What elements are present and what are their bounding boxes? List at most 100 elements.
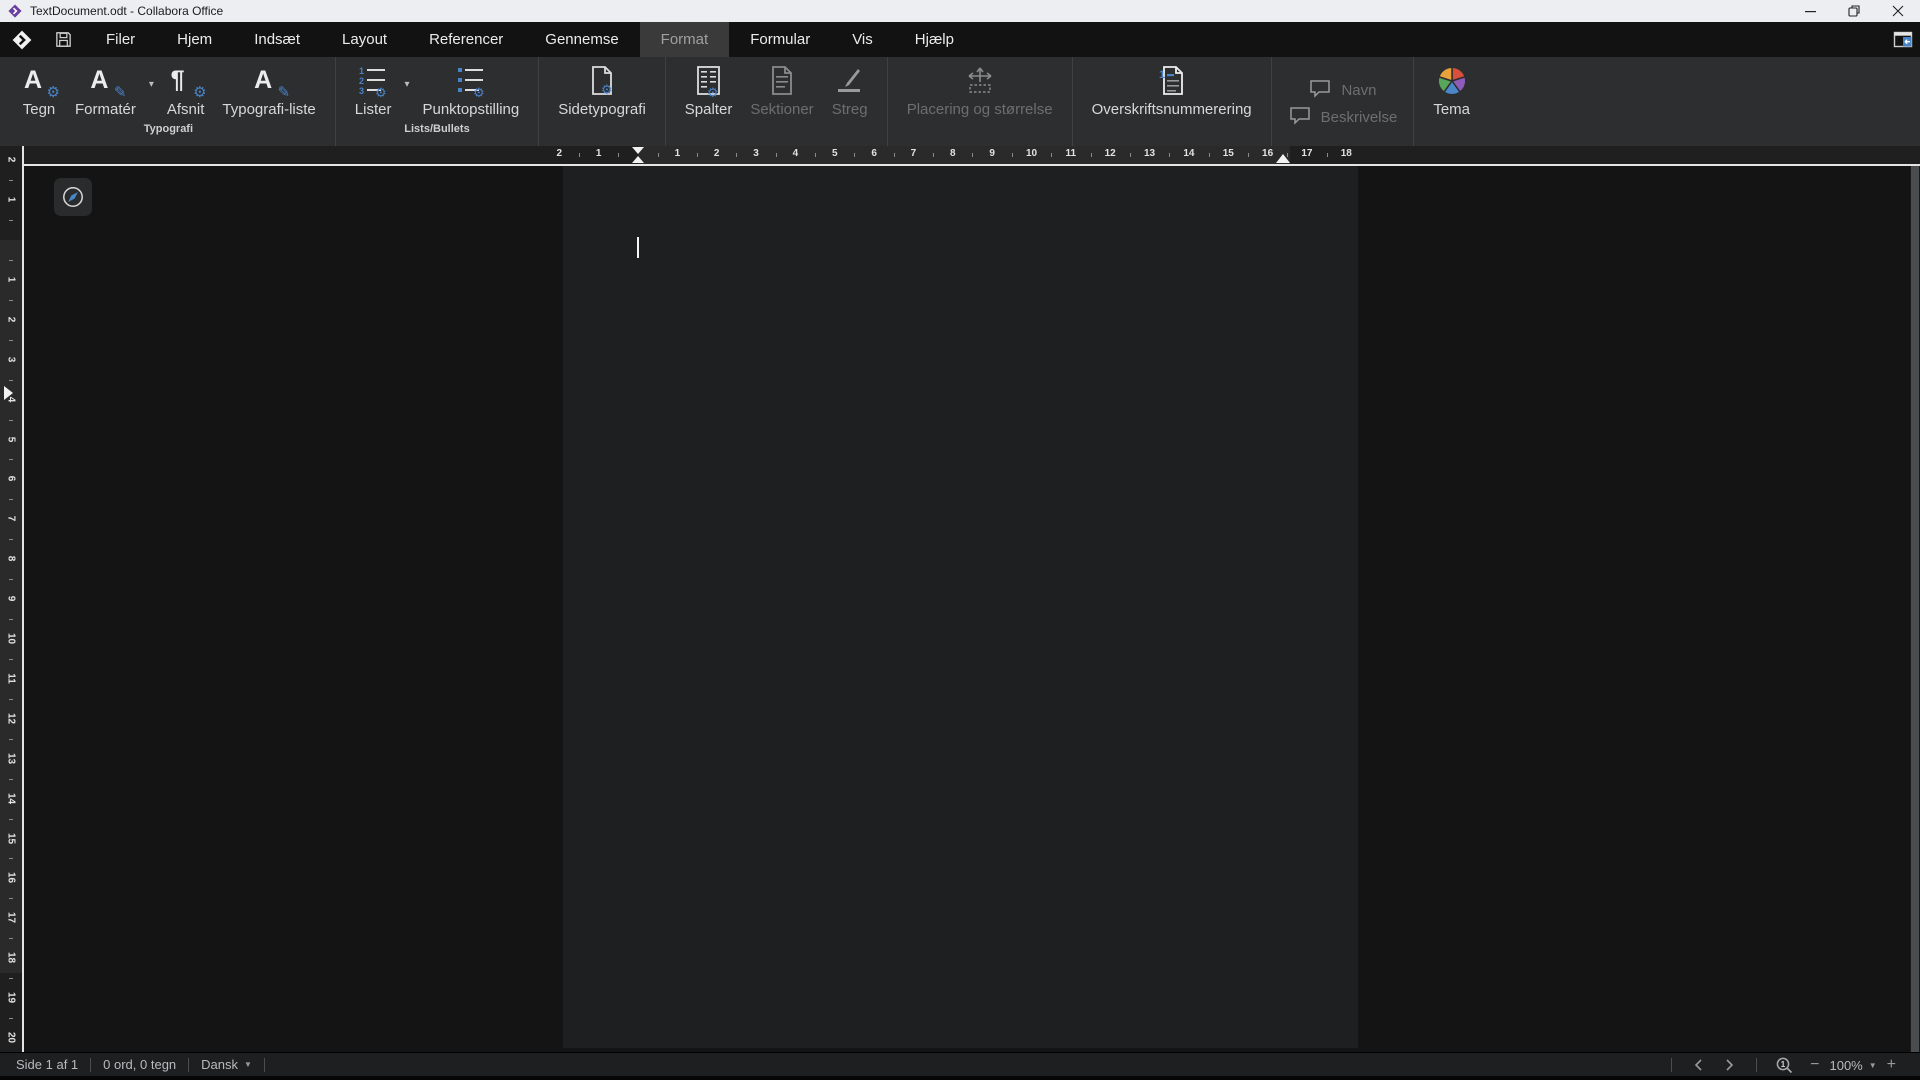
- page-style-button[interactable]: ⚙ Sidetypografi: [549, 61, 655, 120]
- menu-item-formular[interactable]: Formular: [729, 22, 831, 57]
- ruler-tick: [9, 898, 13, 899]
- ruler-tick: [9, 300, 13, 301]
- line-pencil-icon: [832, 63, 868, 99]
- svg-text:2: 2: [359, 76, 364, 86]
- menu-item-format[interactable]: Format: [640, 22, 730, 57]
- ruler-tick: [9, 619, 13, 620]
- character-button[interactable]: A⚙ Tegn: [12, 61, 66, 120]
- format-dropdown-arrow-icon[interactable]: ▾: [145, 79, 158, 90]
- text-cursor: [637, 237, 639, 258]
- section-page-icon: [764, 63, 800, 99]
- bullets-button[interactable]: ⚙ Punktopstilling: [413, 61, 528, 120]
- line-button[interactable]: Streg: [823, 61, 877, 120]
- separator: [264, 1058, 265, 1072]
- ruler-tick: [933, 153, 934, 157]
- description-button[interactable]: Beskrivelse: [1282, 103, 1404, 130]
- language-selector[interactable]: Dansk ▼: [201, 1057, 252, 1072]
- vertical-scrollbar[interactable]: [1910, 166, 1920, 1052]
- chapter-numbering-button[interactable]: 1 Overskriftsnummerering: [1083, 61, 1261, 120]
- zoom-level[interactable]: 100% ▼: [1829, 1058, 1876, 1073]
- bullet-list-gear-icon: ⚙: [453, 63, 489, 99]
- menu-item-indsaet[interactable]: Indsæt: [233, 22, 321, 57]
- document-page[interactable]: [563, 166, 1358, 1048]
- ruler-tick: [9, 420, 13, 421]
- ruler-number: 6: [866, 148, 882, 159]
- ruler-number: 10: [6, 631, 17, 647]
- restore-button[interactable]: [1832, 0, 1876, 22]
- toolbar-group-name-description: Navn Beskrivelse: [1271, 57, 1414, 146]
- zoom-in-button[interactable]: +: [1877, 1056, 1906, 1074]
- scrollbar-thumb[interactable]: [1911, 166, 1919, 1052]
- ruler-tick: [9, 739, 13, 740]
- next-page-button[interactable]: [1714, 1058, 1744, 1072]
- style-list-button[interactable]: A✎ Typografi-liste: [213, 61, 324, 120]
- menu-item-gennemse[interactable]: Gennemse: [524, 22, 639, 57]
- theme-button[interactable]: Tema: [1424, 61, 1479, 120]
- toolbar-group-typografi: A⚙ Tegn A✎ Formatér ▾ ¶⚙ Afsnit A✎: [2, 57, 335, 146]
- svg-text:⚙: ⚙: [707, 85, 719, 99]
- paragraph-button[interactable]: ¶⚙ Afsnit: [158, 61, 214, 120]
- ruler-number: 19: [6, 990, 17, 1006]
- zoom-mode-button[interactable]: 1: [1769, 1056, 1800, 1075]
- page-number-one-icon: 1: [1154, 63, 1190, 99]
- close-button[interactable]: [1876, 0, 1920, 22]
- page-count[interactable]: Side 1 af 1: [16, 1057, 78, 1072]
- ruler-number: 3: [6, 351, 17, 367]
- document-view[interactable]: [24, 166, 1910, 1052]
- word-count[interactable]: 0 ord, 0 tegn: [103, 1057, 176, 1072]
- ruler-number: 14: [6, 790, 17, 806]
- toolbar-group-theme: Tema: [1413, 57, 1489, 146]
- save-icon: [54, 30, 73, 49]
- columns-button[interactable]: ⚙ Spalter: [676, 61, 742, 120]
- ruler-tick: [9, 978, 13, 979]
- chevron-left-icon: [1692, 1058, 1706, 1072]
- vertical-ruler[interactable]: 211234567891011121314151617181920: [0, 146, 22, 1052]
- menu-item-filer[interactable]: Filer: [85, 22, 156, 57]
- minimize-button[interactable]: [1788, 0, 1832, 22]
- status-bar: Side 1 af 1 0 ord, 0 tegn Dansk ▼ 1 − 10…: [0, 1052, 1920, 1076]
- sidebar-toggle-button[interactable]: [1890, 27, 1916, 53]
- previous-page-button[interactable]: [1684, 1058, 1714, 1072]
- svg-text:1: 1: [359, 66, 364, 76]
- lists-dropdown-arrow-icon[interactable]: ▾: [400, 79, 413, 90]
- toolbar-group-columns: ⚙ Spalter Sektioner: [665, 57, 887, 146]
- ruler-tick: [1091, 153, 1092, 157]
- move-arrows-icon: [962, 63, 998, 99]
- ruler-number: 2: [6, 311, 17, 327]
- ruler-tick: [854, 153, 855, 157]
- name-button[interactable]: Navn: [1302, 76, 1382, 103]
- format-ribbon-toolbar: A⚙ Tegn A✎ Formatér ▾ ¶⚙ Afsnit A✎: [0, 57, 1920, 146]
- save-button[interactable]: [42, 22, 85, 57]
- ruler-tick: [658, 153, 659, 157]
- speech-bubble-icon: [1288, 105, 1312, 127]
- ruler-tick: [9, 539, 13, 540]
- ruler-number: 20: [6, 1030, 17, 1046]
- menu-item-vis[interactable]: Vis: [831, 22, 894, 57]
- menu-item-hjem[interactable]: Hjem: [156, 22, 233, 57]
- ruler-tick: [9, 779, 13, 780]
- first-line-indent-marker[interactable]: [632, 147, 644, 154]
- ruler-tick: [776, 153, 777, 157]
- format-character-button[interactable]: A✎ Formatér: [66, 61, 145, 120]
- lists-button[interactable]: 1 2 3 ⚙ Lister: [346, 61, 401, 120]
- ruler-number: 18: [6, 950, 17, 966]
- ruler-number: 17: [6, 910, 17, 926]
- page-gear-icon: ⚙: [584, 63, 620, 99]
- navigator-button[interactable]: [54, 178, 92, 216]
- collabora-logo-icon[interactable]: [0, 22, 42, 57]
- menu-item-hjaelp[interactable]: Hjælp: [894, 22, 975, 57]
- menu-item-referencer[interactable]: Referencer: [408, 22, 524, 57]
- zoom-out-button[interactable]: −: [1800, 1056, 1829, 1074]
- sections-button[interactable]: Sektioner: [741, 61, 822, 120]
- hanging-indent-marker[interactable]: [632, 156, 644, 163]
- magnifier-one-icon: 1: [1775, 1056, 1794, 1075]
- ruler-number: 5: [6, 431, 17, 447]
- ruler-number: 16: [1260, 148, 1276, 159]
- ruler-tick: [1248, 153, 1249, 157]
- horizontal-ruler[interactable]: 21123456789101112131415161718: [24, 146, 1920, 164]
- compass-icon: [60, 184, 86, 210]
- ruler-number: 9: [984, 148, 1000, 159]
- position-size-button[interactable]: Placering og størrelse: [898, 61, 1062, 120]
- ruler-number: 15: [6, 830, 17, 846]
- menu-item-layout[interactable]: Layout: [321, 22, 408, 57]
